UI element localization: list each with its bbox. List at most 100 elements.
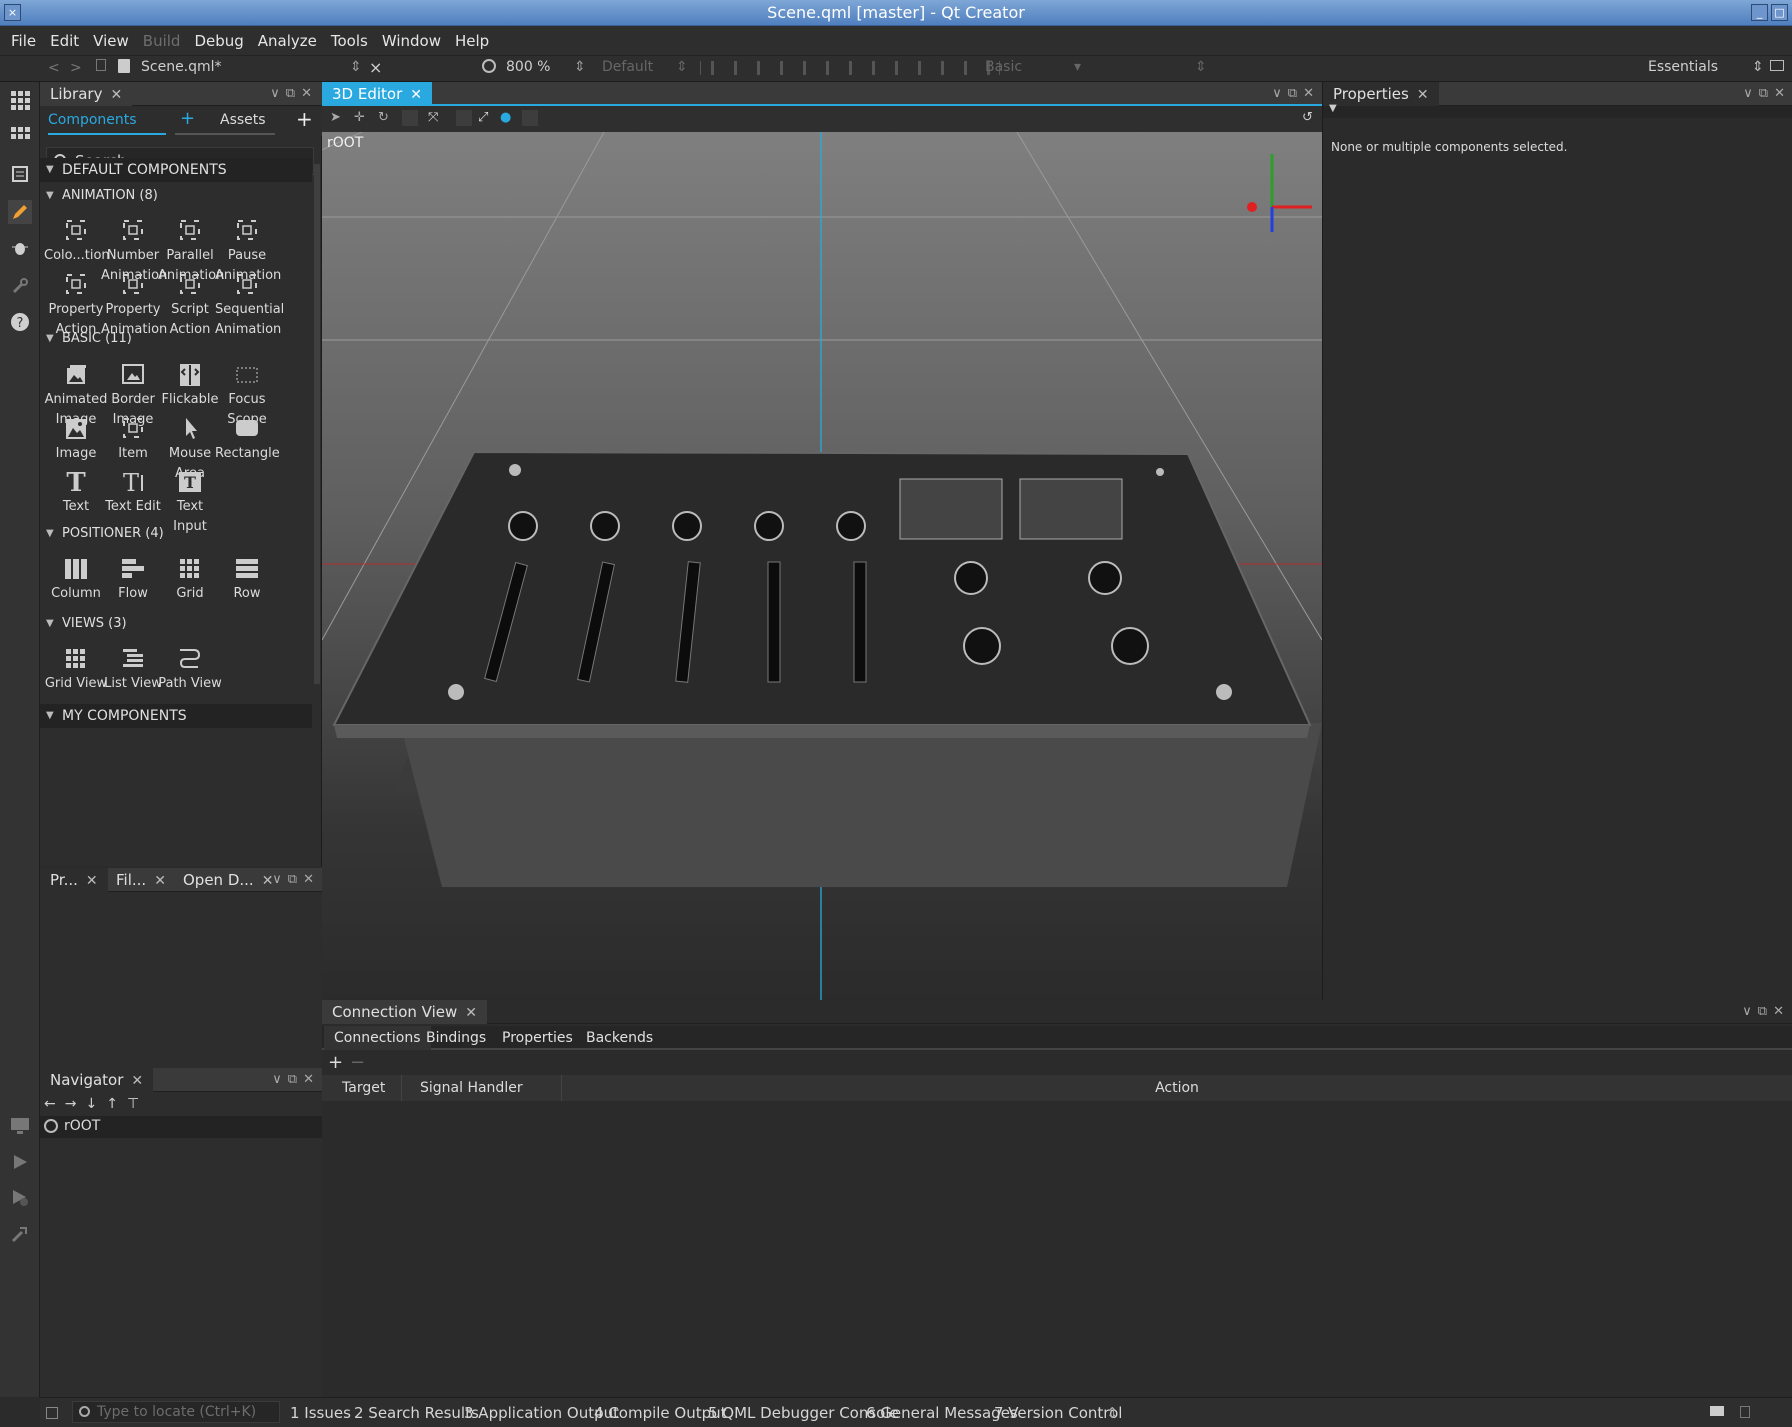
close-icon[interactable]: ✕ [154, 873, 166, 889]
nav-forward-icon[interactable]: > [70, 60, 82, 76]
fit-view-icon[interactable]: ⤧ [428, 110, 438, 125]
rotate-tool-icon[interactable]: ↻ [378, 110, 389, 125]
maximize-button[interactable]: □ [1771, 4, 1788, 21]
workspace-combo[interactable]: Essentials [1648, 59, 1718, 75]
menu-edit[interactable]: Edit [43, 26, 86, 56]
welcome-mode-icon[interactable] [8, 88, 32, 112]
component-item[interactable]: Grid View [44, 646, 108, 694]
component-item[interactable]: Image [44, 416, 108, 464]
components-tab[interactable]: Components [48, 112, 137, 128]
open-document-combo[interactable]: Scene.qml* [141, 59, 222, 75]
scale-tool-icon[interactable] [402, 110, 418, 126]
tree-item-root[interactable]: rOOT [40, 1116, 322, 1138]
edit-mode-icon[interactable] [8, 162, 32, 186]
reset-view-icon[interactable]: ↺ [1302, 110, 1313, 125]
move-tool-icon[interactable]: ✛ [354, 110, 365, 125]
close-icon[interactable]: ✕ [410, 87, 422, 103]
tab-3d-editor[interactable]: 3D Editor ✕ [322, 82, 432, 104]
output-pane-issues[interactable]: 1 Issues [290, 1404, 351, 1422]
category-positioner[interactable]: ▼ POSITIONER (4) [40, 523, 312, 545]
panel-controls[interactable]: ∨⧉✕ [272, 868, 320, 892]
menu-window[interactable]: Window [375, 26, 448, 56]
menu-tools[interactable]: Tools [324, 26, 375, 56]
component-item[interactable]: Path View [158, 646, 222, 694]
add-connection-icon[interactable]: + [328, 1052, 343, 1073]
close-icon[interactable]: ✕ [131, 1073, 143, 1089]
library-scrollbar[interactable] [314, 164, 320, 684]
assets-tab[interactable]: Assets [180, 112, 266, 128]
more-panes-arrows-icon[interactable]: ⇕ [1106, 1404, 1119, 1422]
my-components-header[interactable]: ▼ MY COMPONENTS [40, 704, 312, 728]
toggle-right-sidebar-icon[interactable] [1740, 1406, 1750, 1418]
run-icon[interactable] [8, 1150, 32, 1174]
component-item[interactable]: Column [44, 556, 108, 604]
panel-controls[interactable]: ∨⧉✕ [270, 82, 318, 106]
default-components-header[interactable]: ▼ DEFAULT COMPONENTS [40, 158, 312, 182]
chat-icon[interactable] [1770, 60, 1784, 71]
subtab-backends[interactable]: Backends [576, 1026, 663, 1050]
menu-view[interactable]: View [86, 26, 136, 56]
column-signal-handler[interactable]: Signal Handler [402, 1075, 562, 1101]
arrow-down-icon[interactable]: ↓ [85, 1096, 106, 1112]
select-tool-icon[interactable]: ➤ [330, 110, 341, 125]
component-item[interactable]: T Text Edit [101, 469, 165, 517]
panel-controls[interactable]: ∨⧉✕ [1272, 82, 1320, 106]
output-pane-compile-output[interactable]: 4 Compile Output [594, 1404, 727, 1422]
menu-help[interactable]: Help [448, 26, 496, 56]
menu-build[interactable]: Build [136, 26, 188, 56]
output-pane-search-results[interactable]: 2 Search Results [354, 1404, 479, 1422]
grid-mode-icon[interactable] [8, 124, 32, 148]
category-basic[interactable]: ▼ BASIC (11) [40, 328, 312, 350]
tab-properties[interactable]: Properties ✕ [1323, 82, 1439, 106]
locator-input[interactable]: Type to locate (Ctrl+K) [72, 1401, 280, 1423]
target-selector-icon[interactable] [8, 1114, 32, 1138]
column-action[interactable]: Action [562, 1075, 1792, 1101]
grid-toggle-icon[interactable] [522, 110, 538, 126]
dropdown-arrow-icon[interactable]: ▼ [1329, 103, 1337, 114]
tab-connection-view[interactable]: Connection View ✕ [322, 1000, 487, 1024]
viewport-3d[interactable]: rOOT [322, 132, 1322, 1000]
component-item[interactable]: Row [215, 556, 279, 604]
menu-analyze[interactable]: Analyze [251, 26, 324, 56]
panel-controls[interactable]: ∨⧉✕ [1743, 82, 1791, 106]
style-combo[interactable]: Basic [985, 59, 1022, 75]
tab-library[interactable]: Library ✕ [40, 82, 133, 106]
projects-mode-icon[interactable] [8, 274, 32, 298]
panel-controls[interactable]: ∨⧉✕ [272, 1068, 320, 1092]
close-icon[interactable]: ✕ [86, 873, 98, 889]
component-item[interactable]: Flickable [158, 362, 222, 410]
subtab-connections[interactable]: Connections [324, 1026, 431, 1050]
menu-debug[interactable]: Debug [187, 26, 250, 56]
component-item[interactable]: Grid [158, 556, 222, 604]
category-views[interactable]: ▼ VIEWS (3) [40, 613, 312, 635]
tab-file-system[interactable]: Fil... ✕ [106, 868, 176, 892]
tab-open-documents[interactable]: Open D... ✕ [173, 868, 283, 892]
state-combo[interactable]: Default [602, 59, 653, 75]
subtab-properties[interactable]: Properties [492, 1026, 583, 1050]
column-target[interactable]: Target [322, 1075, 402, 1101]
component-item[interactable]: Item [101, 416, 165, 464]
component-item[interactable]: List View [101, 646, 165, 694]
design-mode-icon[interactable] [8, 200, 32, 224]
window-menu-button[interactable]: × [4, 4, 21, 21]
remove-connection-icon[interactable]: − [350, 1052, 365, 1073]
filter-icon[interactable]: ⊤ [127, 1096, 148, 1112]
tab-projects[interactable]: Pr... ✕ [40, 868, 108, 892]
menu-file[interactable]: File [4, 26, 43, 56]
orientation-icon[interactable]: ● [500, 110, 511, 125]
category-animation[interactable]: ▼ ANIMATION (8) [40, 185, 312, 207]
debug-mode-icon[interactable] [8, 236, 32, 260]
close-icon[interactable]: ✕ [1417, 87, 1429, 103]
arrow-up-icon[interactable]: ↑ [106, 1096, 127, 1112]
layout-tools-icons[interactable] [700, 61, 1000, 75]
lock-icon[interactable] [96, 59, 106, 71]
toggle-sidebar-icon[interactable] [46, 1407, 58, 1419]
add-asset-icon[interactable]: + [296, 107, 313, 131]
output-pane-version-control[interactable]: 7 Version Control [994, 1404, 1122, 1422]
component-item[interactable]: Colo...tion [44, 218, 110, 266]
component-item[interactable]: Rectangle [215, 416, 280, 464]
properties-filter-bar[interactable]: ▼ [1323, 103, 1792, 118]
component-item[interactable]: T Text [44, 469, 108, 517]
minimize-button[interactable]: _ [1751, 4, 1768, 21]
tab-navigator[interactable]: Navigator ✕ [40, 1068, 154, 1092]
